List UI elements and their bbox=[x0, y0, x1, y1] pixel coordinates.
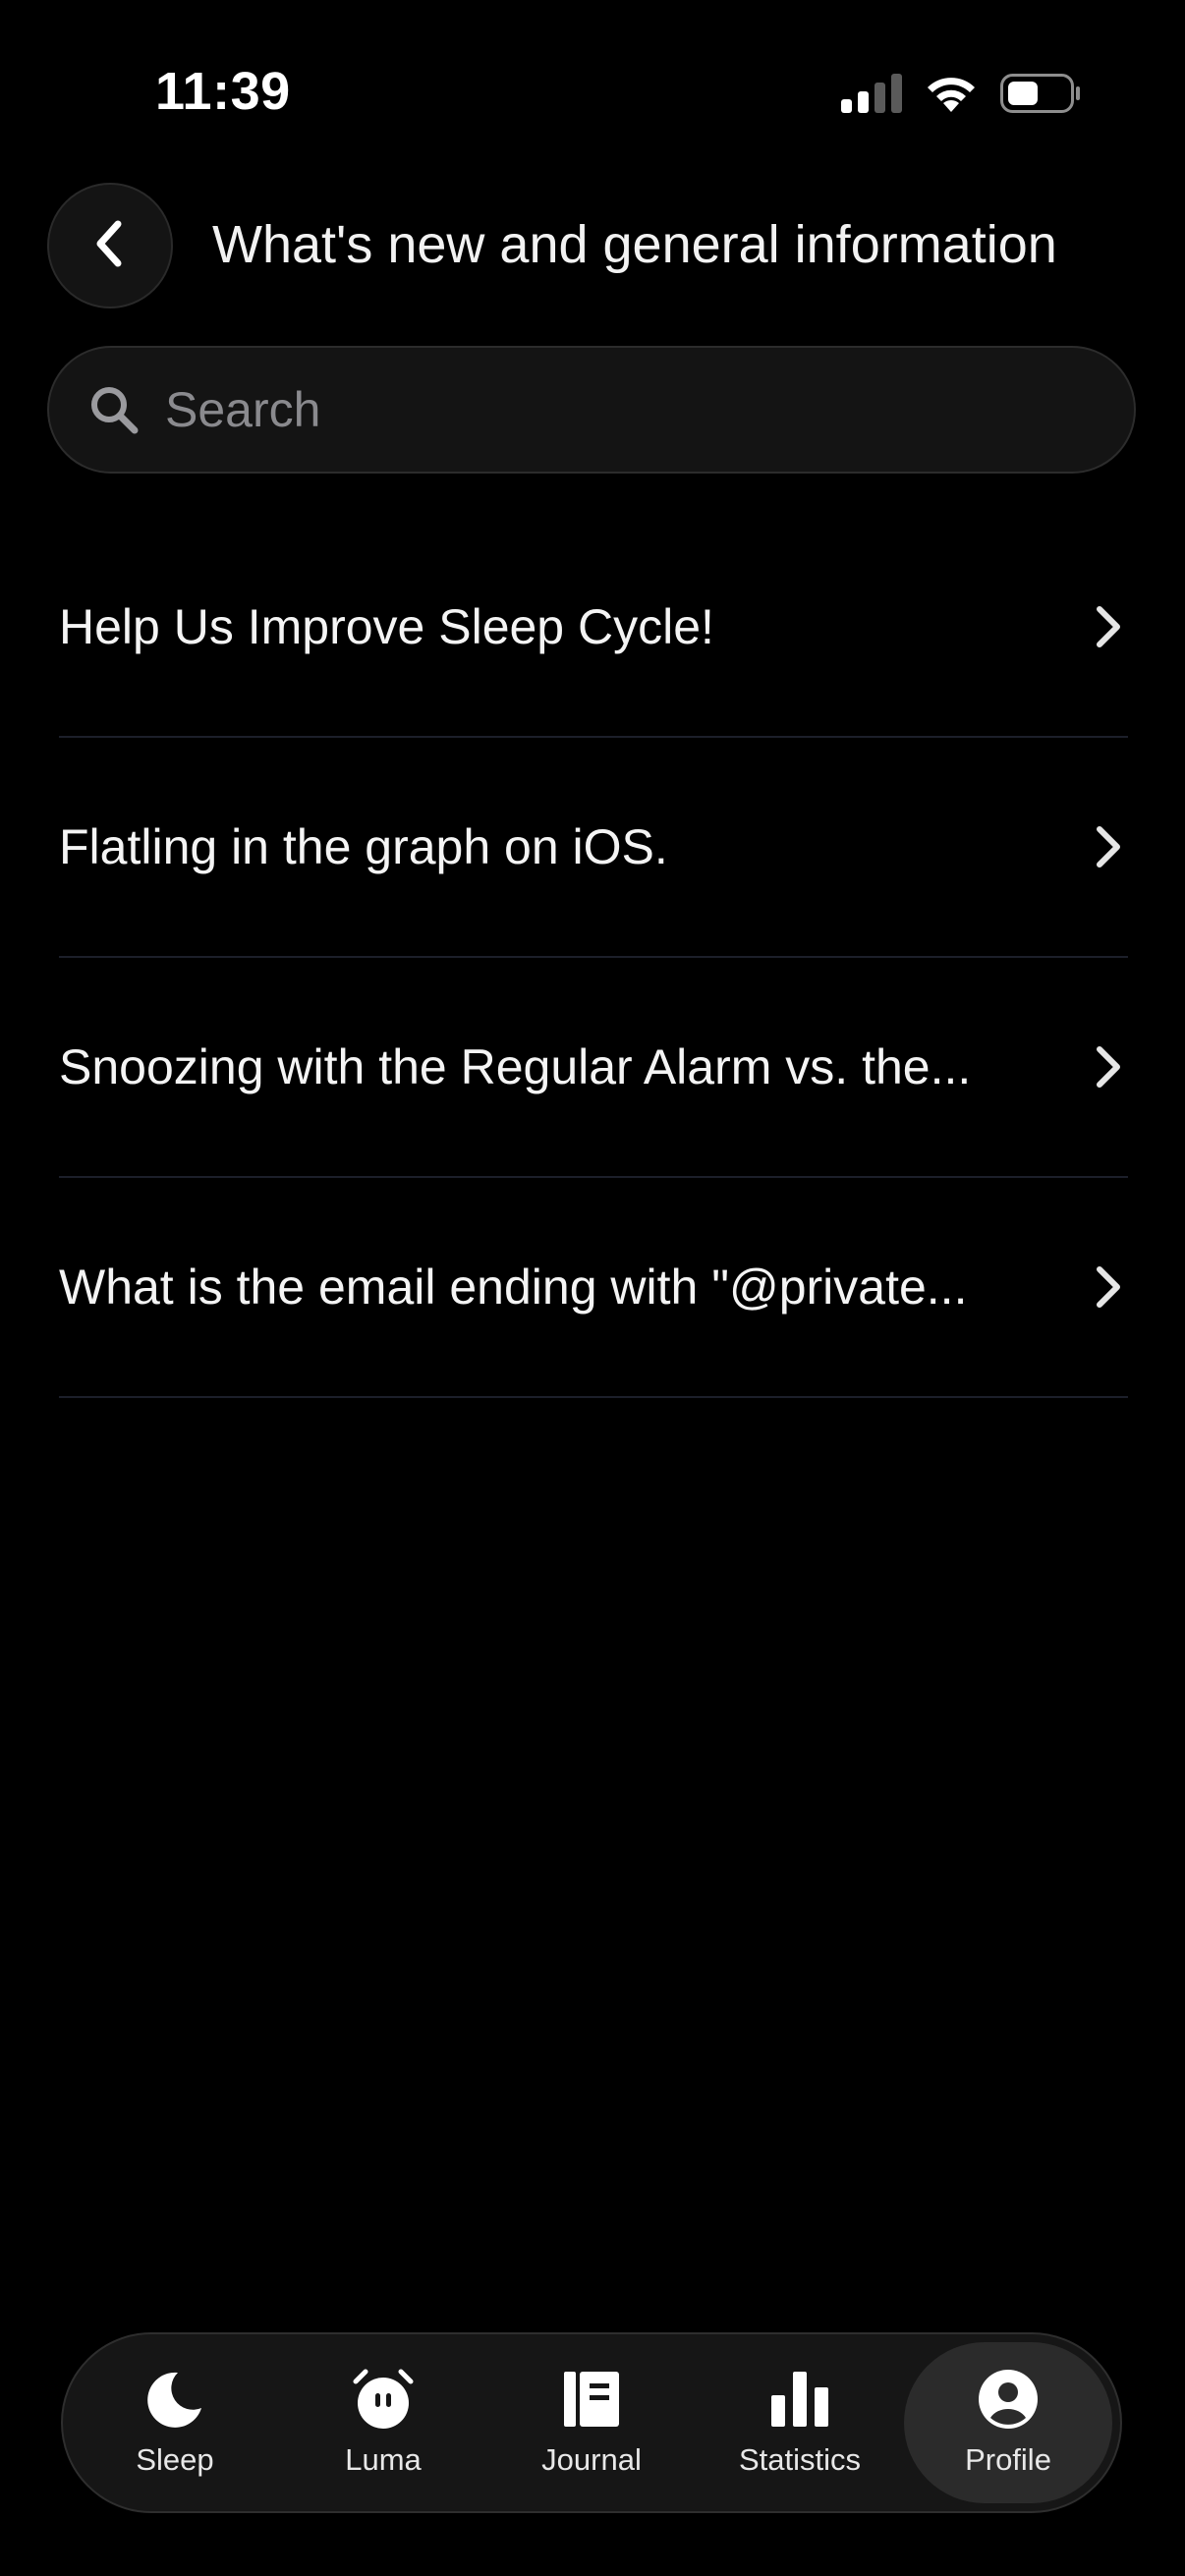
tab-statistics[interactable]: Statistics bbox=[696, 2342, 904, 2503]
list-item[interactable]: Flatling in the graph on iOS. bbox=[59, 738, 1128, 958]
status-time: 11:39 bbox=[155, 62, 291, 121]
wifi-icon bbox=[924, 73, 979, 119]
list-item-label: Flatling in the graph on iOS. bbox=[59, 819, 668, 874]
list-item-label: What is the email ending with "@private.… bbox=[59, 1260, 968, 1315]
page-title: What's new and general information bbox=[212, 215, 1057, 274]
tab-sleep[interactable]: Sleep bbox=[71, 2342, 279, 2503]
chevron-right-icon bbox=[1089, 1260, 1128, 1315]
profile-icon bbox=[977, 2368, 1040, 2431]
battery-icon bbox=[1000, 74, 1081, 118]
chevron-right-icon bbox=[1089, 1039, 1128, 1094]
list-item-label: Snoozing with the Regular Alarm vs. the.… bbox=[59, 1039, 972, 1094]
status-bar: 11:39 bbox=[0, 0, 1185, 187]
tab-label: Luma bbox=[345, 2442, 422, 2477]
chevron-left-icon bbox=[90, 218, 130, 274]
list-item[interactable]: Help Us Improve Sleep Cycle! bbox=[59, 518, 1128, 738]
tab-label: Profile bbox=[965, 2442, 1051, 2477]
tab-journal[interactable]: Journal bbox=[487, 2342, 696, 2503]
cellular-signal-icon bbox=[841, 74, 902, 118]
tab-bar: Sleep Luma Journal Statistics Profile bbox=[61, 2332, 1122, 2513]
moon-icon bbox=[143, 2368, 206, 2431]
bar-chart-icon bbox=[768, 2368, 831, 2431]
chevron-right-icon bbox=[1089, 599, 1128, 654]
status-icons bbox=[841, 73, 1081, 119]
journal-icon bbox=[560, 2368, 623, 2431]
list-item[interactable]: What is the email ending with "@private.… bbox=[59, 1178, 1128, 1398]
chevron-right-icon bbox=[1089, 819, 1128, 874]
tab-label: Journal bbox=[541, 2442, 642, 2477]
search-input[interactable] bbox=[163, 380, 1051, 439]
tab-profile[interactable]: Profile bbox=[904, 2342, 1112, 2503]
article-list: Help Us Improve Sleep Cycle! Flatling in… bbox=[59, 518, 1128, 1398]
alarm-clock-icon bbox=[352, 2368, 415, 2431]
tab-label: Sleep bbox=[136, 2442, 214, 2477]
back-button[interactable] bbox=[47, 183, 173, 308]
tab-luma[interactable]: Luma bbox=[279, 2342, 487, 2503]
list-item[interactable]: Snoozing with the Regular Alarm vs. the.… bbox=[59, 958, 1128, 1178]
search-bar[interactable] bbox=[47, 346, 1136, 474]
list-item-label: Help Us Improve Sleep Cycle! bbox=[59, 599, 714, 654]
tab-label: Statistics bbox=[738, 2442, 862, 2477]
search-icon bbox=[86, 382, 141, 437]
